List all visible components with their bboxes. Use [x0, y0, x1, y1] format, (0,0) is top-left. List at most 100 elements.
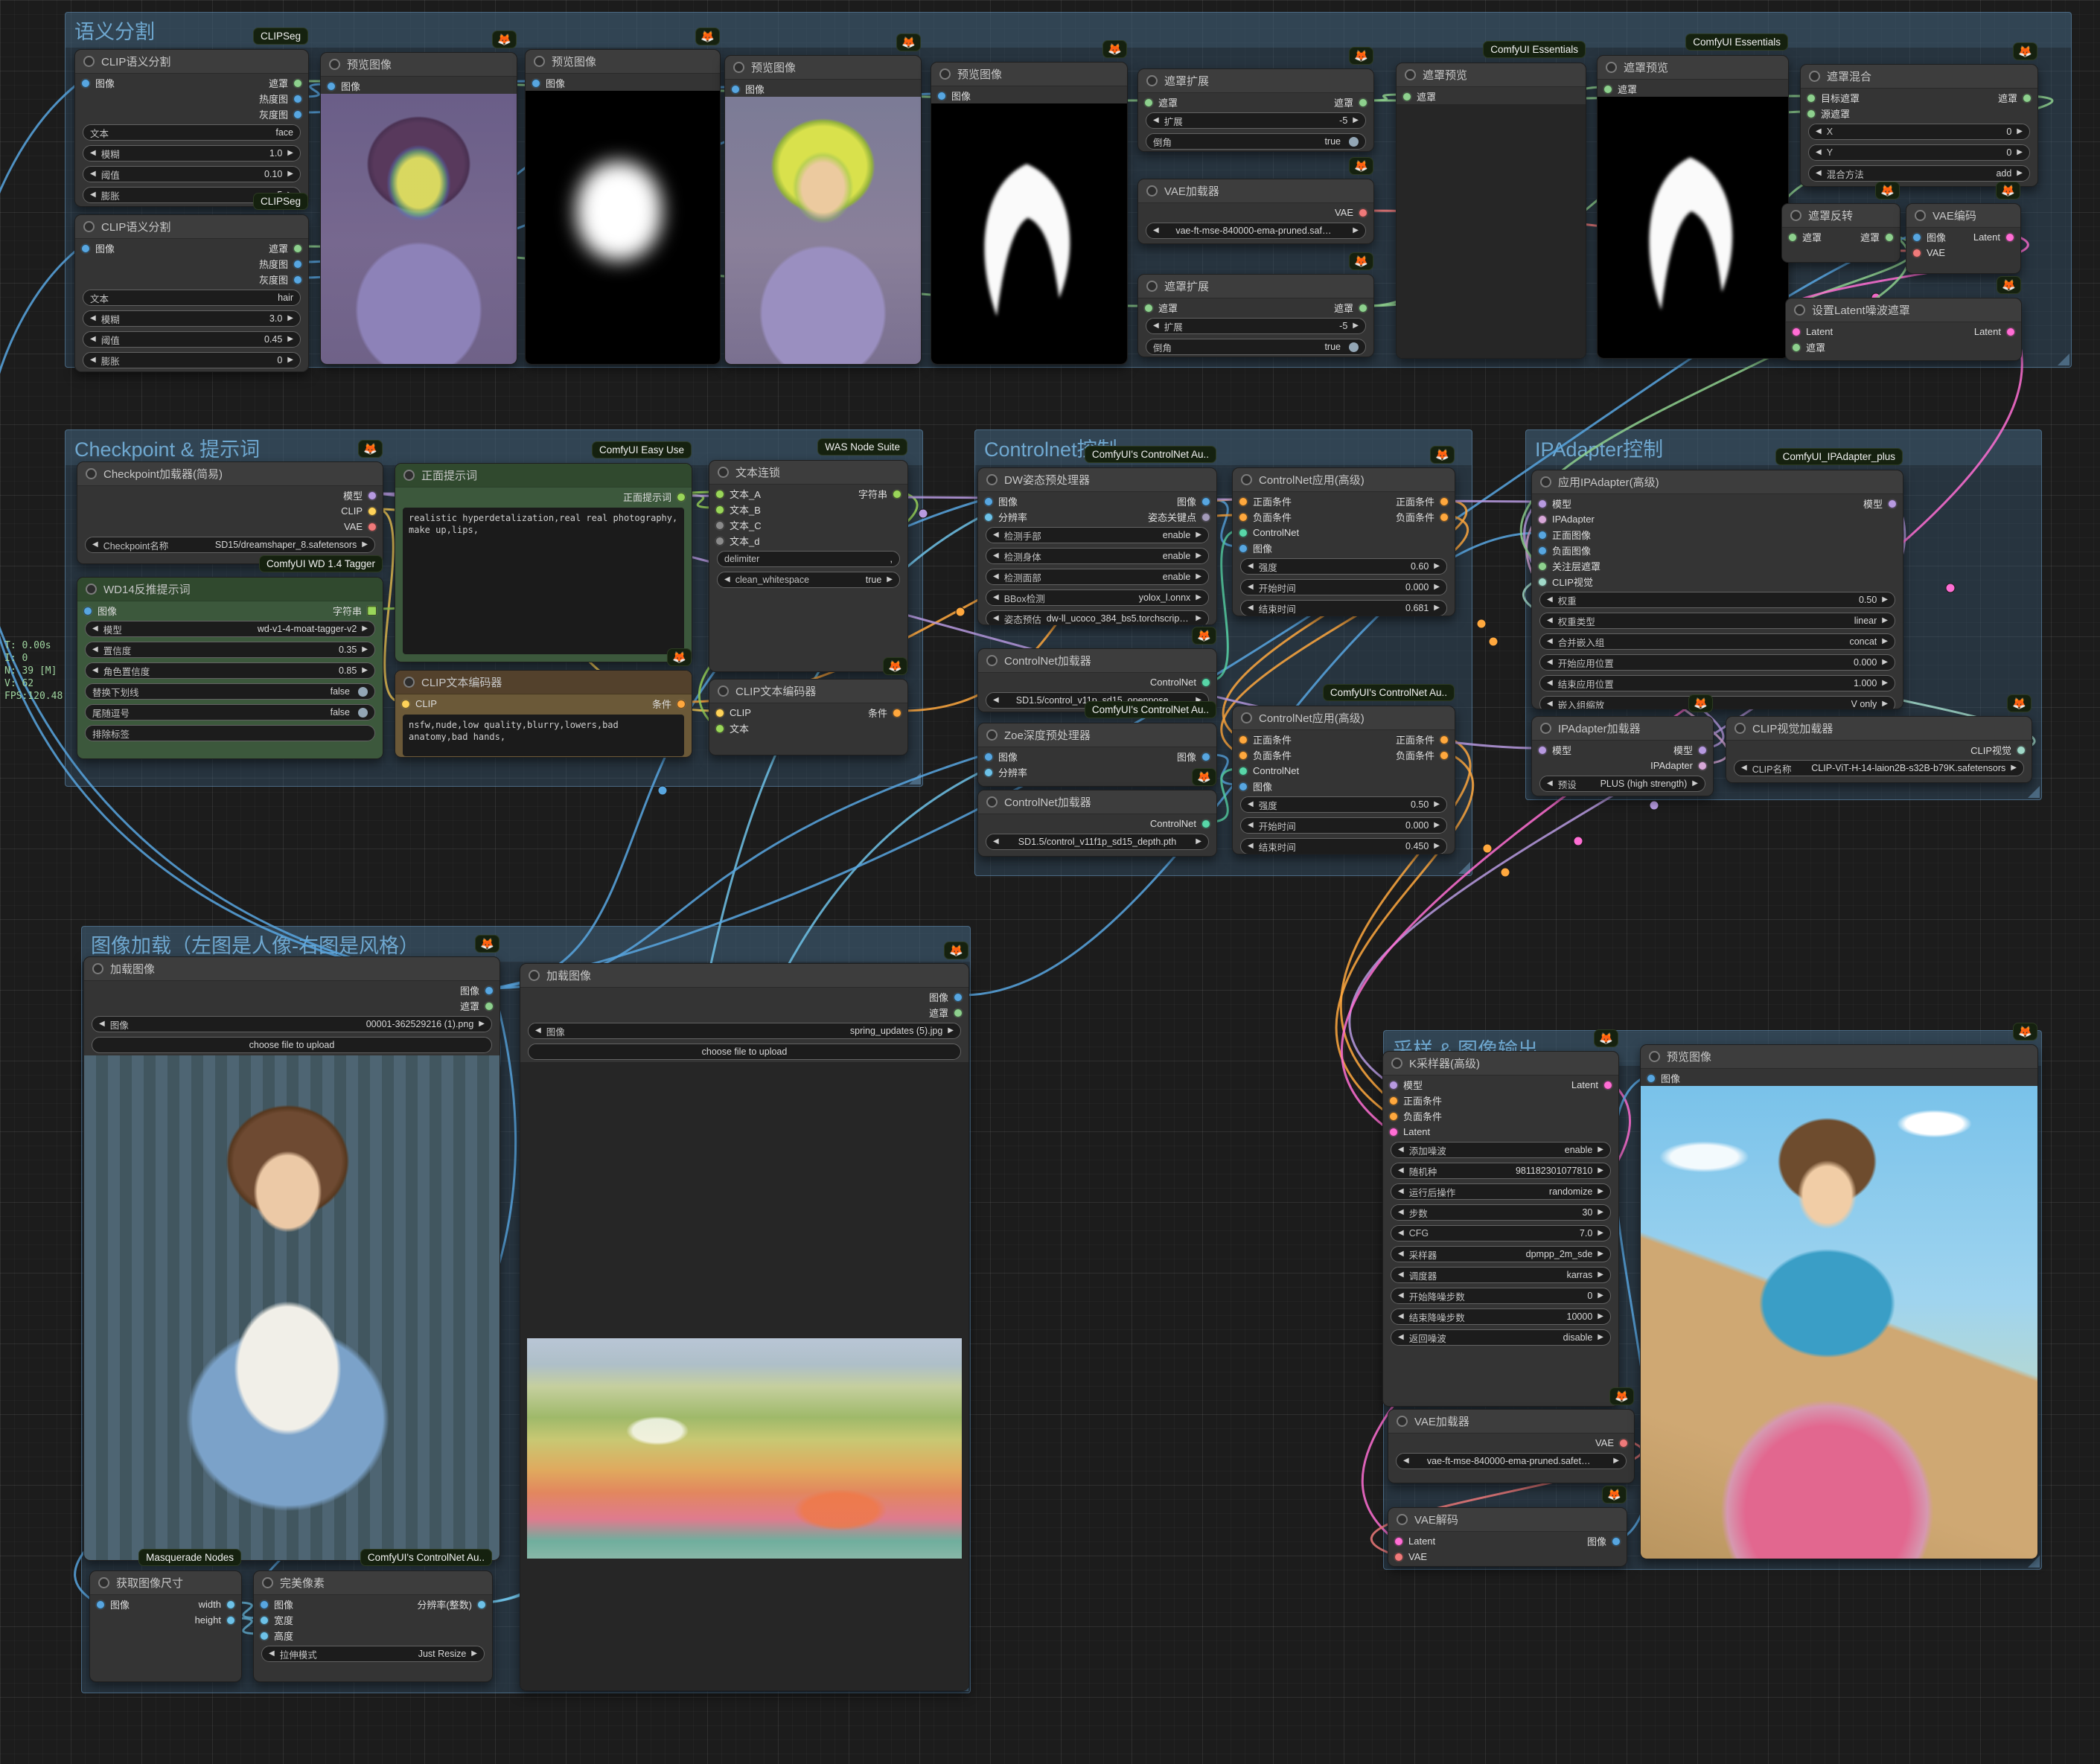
dwpose-preprocessor-input-port-1[interactable]: [984, 512, 993, 522]
checkpoint-loader-widget-0[interactable]: ◀ Checkpoint名称 SD15/dreamshaper_8.safetens…: [85, 537, 375, 553]
zoe-depth[interactable]: ComfyUI's ControlNet Au.. Zoe深度预处理器 图像 分辨率图…: [977, 701, 1217, 787]
wd14-tagger-widget-4[interactable]: 尾随逗号 false: [85, 704, 375, 720]
preview-image-1-titlebar[interactable]: 预览图像: [321, 53, 517, 77]
stepper-left-arrow-icon[interactable]: ◀: [1398, 1146, 1404, 1154]
collapse-dot-icon[interactable]: [1146, 75, 1158, 86]
ksampler-advanced-input-port-1[interactable]: [1389, 1096, 1398, 1105]
toggle-knob-icon[interactable]: [1349, 136, 1359, 147]
checkpoint-loader[interactable]: 🦊 Checkpoint加载器(简易) 模型 CLIP VAE ◀ Checkpoint名称…: [77, 440, 383, 564]
node-graph-canvas[interactable]: T: 0.00s I: 0 N: 39 [M] V: 62 FPS:120.48…: [0, 0, 2100, 1764]
vae-encode-input-port-0[interactable]: [1912, 232, 1921, 242]
clipseg-face-input-port-0[interactable]: [81, 78, 90, 88]
clipseg-face-widget-0[interactable]: 文本 face: [83, 124, 301, 141]
clip-text-encode-2-input-port-0[interactable]: [715, 708, 724, 718]
vae-decode-input-port-1[interactable]: [1394, 1552, 1403, 1562]
stepper-left-arrow-icon[interactable]: ◀: [90, 357, 96, 364]
collapse-dot-icon[interactable]: [83, 221, 95, 232]
set-latent-noise-mask-input-port-0[interactable]: [1792, 327, 1801, 336]
mask-grow-2-widget-0[interactable]: ◀ 扩展 -5 ▶: [1146, 318, 1366, 334]
dwpose-preprocessor-widget-4[interactable]: ◀ 姿态预估 dw-ll_ucoco_384_bs5.torchscript.pt ▶: [986, 610, 1209, 624]
stepper-left-arrow-icon[interactable]: ◀: [993, 573, 999, 581]
load-image-1-output-port-1[interactable]: [485, 1001, 494, 1011]
cn-loader-2-titlebar[interactable]: ControlNet加载器: [978, 790, 1216, 814]
stepper-left-arrow-icon[interactable]: ◀: [1547, 780, 1553, 787]
collapse-dot-icon[interactable]: [1146, 185, 1158, 196]
ipadapter-apply-titlebar[interactable]: 应用IPAdapter(高级): [1532, 470, 1903, 494]
ipadapter-loader-output-port-1[interactable]: [1698, 761, 1707, 770]
mask-invert-input-port-0[interactable]: [1788, 232, 1797, 242]
set-latent-noise-mask-output-port-0[interactable]: [2006, 327, 2015, 336]
cn-apply-2-output-port-0[interactable]: [1440, 735, 1449, 744]
mask-composite-input-port-0[interactable]: [1807, 93, 1816, 103]
stepper-left-arrow-icon[interactable]: ◀: [1398, 1209, 1404, 1216]
ksampler-advanced-widget-5[interactable]: ◀ 采样器 dpmpp_2m_sde ▶: [1391, 1246, 1611, 1262]
collapse-dot-icon[interactable]: [1540, 476, 1551, 488]
wd14-tagger-widget-1[interactable]: ◀ 置信度 0.35 ▶: [85, 642, 375, 658]
dwpose-preprocessor-widget-0[interactable]: ◀ 检测手部 enable ▶: [986, 527, 1209, 543]
stepper-left-arrow-icon[interactable]: ◀: [993, 594, 999, 601]
vae-encode[interactable]: 🦊 VAE编码 图像 VAE Latent: [1906, 182, 2021, 274]
ipadapter-apply-input-port-1[interactable]: [1538, 514, 1547, 524]
cn-apply-1-widget-0[interactable]: ◀ 强度 0.60 ▶: [1240, 558, 1447, 575]
ipadapter-apply-input-port-5[interactable]: [1538, 577, 1547, 587]
clipseg-hair-widget-1[interactable]: ◀ 模糊 3.0 ▶: [83, 310, 301, 327]
cn-loader-2[interactable]: 🦊 ControlNet加载器 ControlNet ◀ SD1.5/control_v…: [977, 768, 1217, 857]
stepper-right-arrow-icon[interactable]: ▶: [1353, 227, 1359, 234]
cn-loader-1-titlebar[interactable]: ControlNet加载器: [978, 649, 1216, 673]
collapse-dot-icon[interactable]: [718, 686, 729, 697]
clipvision-loader-titlebar[interactable]: CLIP视觉加载器: [1726, 717, 2032, 741]
ipadapter-apply-widget-5[interactable]: ◀ 嵌入组缩放 V only ▶: [1539, 696, 1895, 709]
mask-preview-2-input-port-0[interactable]: [1603, 84, 1612, 94]
stepper-right-arrow-icon[interactable]: ▶: [362, 667, 368, 674]
load-image-1-widget-0[interactable]: ◀ 图像 00001-362529216 (1).png ▶: [92, 1016, 492, 1032]
stepper-right-arrow-icon[interactable]: ▶: [1882, 638, 1888, 645]
text-concatenate-input-port-0[interactable]: [715, 489, 724, 499]
negative-clip-encode-titlebar[interactable]: CLIP文本编码器: [395, 671, 692, 694]
ksampler-advanced-output-port-0[interactable]: [1603, 1080, 1612, 1090]
wd14-tagger-titlebar[interactable]: WD14反推提示词: [77, 578, 383, 601]
cn-apply-1-input-port-1[interactable]: [1239, 512, 1248, 522]
ipadapter-loader-input-port-0[interactable]: [1538, 745, 1547, 755]
text-concatenate-widget-0[interactable]: delimiter,: [717, 551, 900, 567]
stepper-right-arrow-icon[interactable]: ▶: [1196, 573, 1201, 581]
negative-clip-encode[interactable]: 🦊 CLIP文本编码器 CLIP 条件 nsfw,nude,low quality,bl…: [395, 648, 692, 758]
pixel-perfect-input-port-0[interactable]: [260, 1600, 269, 1609]
vae-encode-output-port-0[interactable]: [2005, 232, 2014, 242]
clipseg-face-widget-1[interactable]: ◀ 模糊 1.0 ▶: [83, 145, 301, 162]
stepper-right-arrow-icon[interactable]: ▶: [1598, 1188, 1603, 1195]
cn-apply-2-widget-0[interactable]: ◀ 强度 0.50 ▶: [1240, 796, 1447, 813]
cn-apply-1-input-port-2[interactable]: [1239, 528, 1248, 537]
clipseg-face[interactable]: CLIPSeg CLIP语义分割 图像 遮罩 热度图 灰度图 文本 face ◀ 模糊 1.0 ▶ ◀ 阈…: [74, 28, 309, 207]
ksampler-advanced-widget-3[interactable]: ◀ 步数 30 ▶: [1391, 1204, 1611, 1221]
stepper-right-arrow-icon[interactable]: ▶: [1598, 1230, 1603, 1237]
collapse-dot-icon[interactable]: [534, 56, 545, 67]
set-latent-noise-mask[interactable]: 🦊 设置Latent噪波遮罩 Latent 遮罩 Latent: [1785, 276, 2022, 361]
negative-clip-encode-textarea[interactable]: nsfw,nude,low quality,blurry,lowers,bad …: [403, 715, 684, 756]
collapse-dot-icon[interactable]: [1540, 723, 1551, 734]
stepper-right-arrow-icon[interactable]: ▶: [1196, 615, 1201, 622]
zoe-depth-output-port-0[interactable]: [1201, 752, 1210, 761]
load-image-2-widget-0[interactable]: ◀ 图像 spring_updates (5).jpg ▶: [528, 1023, 961, 1039]
mask-grow-2-titlebar[interactable]: 遮罩扩展: [1138, 275, 1373, 298]
set-latent-noise-mask-titlebar[interactable]: 设置Latent噪波遮罩: [1786, 298, 2021, 322]
stepper-left-arrow-icon[interactable]: ◀: [90, 315, 96, 322]
stepper-left-arrow-icon[interactable]: ◀: [1398, 1271, 1404, 1279]
collapse-dot-icon[interactable]: [1397, 1514, 1408, 1525]
ipadapter-apply-input-port-3[interactable]: [1538, 546, 1547, 555]
collapse-dot-icon[interactable]: [986, 796, 998, 808]
stepper-right-arrow-icon[interactable]: ▶: [287, 336, 293, 343]
stepper-left-arrow-icon[interactable]: ◀: [1398, 1167, 1404, 1175]
wd14-tagger-widget-2[interactable]: ◀ 角色置信度 0.85 ▶: [85, 662, 375, 679]
stepper-left-arrow-icon[interactable]: ◀: [90, 336, 96, 343]
stepper-left-arrow-icon[interactable]: ◀: [1398, 1334, 1404, 1341]
stepper-right-arrow-icon[interactable]: ▶: [1598, 1292, 1603, 1300]
stepper-right-arrow-icon[interactable]: ▶: [1598, 1209, 1603, 1216]
stepper-left-arrow-icon[interactable]: ◀: [1816, 128, 1822, 135]
text-concatenate-titlebar[interactable]: 文本连锁: [709, 461, 907, 485]
cn-apply-2-input-port-1[interactable]: [1239, 750, 1248, 760]
reroute-dot[interactable]: [1488, 636, 1499, 647]
mask-composite[interactable]: 🦊 遮罩混合 目标遮罩 源遮罩 遮罩 ◀ X 0 ▶ ◀ Y 0 ▶ ◀ 混合方法 add ▶: [1800, 42, 2038, 187]
mask-composite-output-port-0[interactable]: [2023, 93, 2032, 103]
collapse-dot-icon[interactable]: [1915, 210, 1926, 221]
dwpose-preprocessor-output-port-1[interactable]: [1201, 512, 1210, 522]
